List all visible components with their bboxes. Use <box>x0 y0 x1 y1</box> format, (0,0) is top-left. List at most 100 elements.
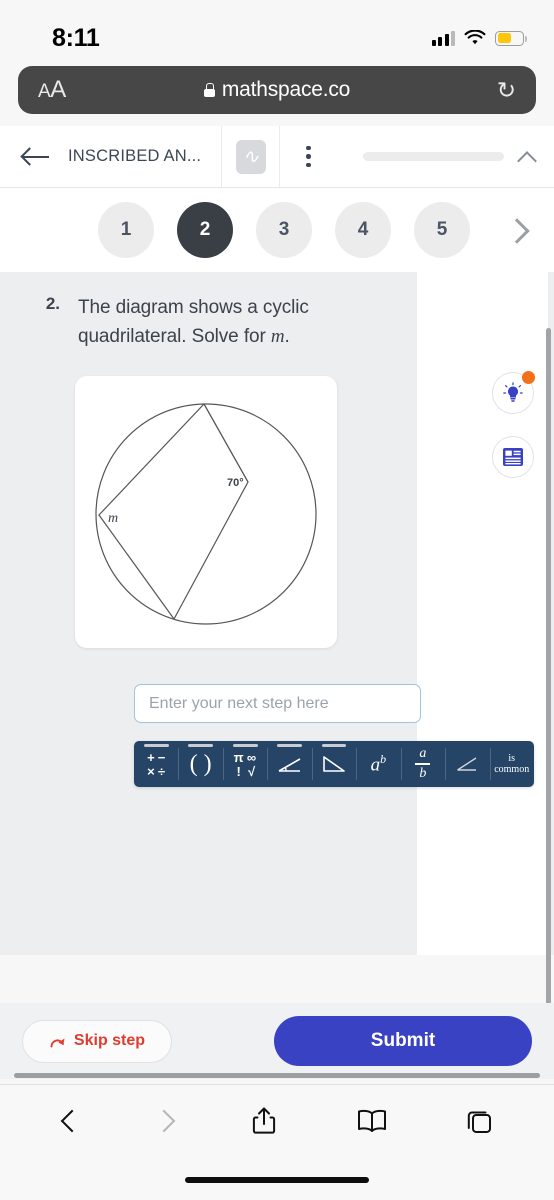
chevron-up-icon[interactable] <box>518 148 536 166</box>
right-triangle-icon <box>323 756 345 772</box>
fraction-bar <box>415 763 431 765</box>
battery-low-power-icon <box>495 30 527 46</box>
angle-icon <box>278 757 300 772</box>
url-display: mathspace.co <box>18 78 536 102</box>
arrow-left-icon <box>22 146 52 168</box>
tabs-icon[interactable] <box>466 1108 493 1135</box>
angle-label-70: 70° <box>227 477 244 489</box>
is-common-line1: is <box>508 752 516 764</box>
step-pager: 1 2 3 4 5 <box>0 188 554 272</box>
infinity-glyph: ∞ <box>246 749 257 765</box>
status-indicators <box>431 30 527 46</box>
chevron-right-icon[interactable] <box>156 1107 173 1135</box>
question-text: The diagram shows a cyclic quadrilateral… <box>78 294 348 351</box>
header-back-button[interactable] <box>0 126 68 187</box>
is-common-line2: common <box>494 764 530 775</box>
question-variable: m <box>270 325 285 347</box>
pi-glyph: π <box>233 749 244 765</box>
status-clock: 8:11 <box>52 23 100 52</box>
status-bar: 8:11 <box>0 0 554 62</box>
operators-button[interactable]: + − × ÷ <box>134 741 178 787</box>
page-title: INSCRIBED AN... <box>68 147 202 165</box>
book-icon[interactable] <box>356 1108 388 1134</box>
side-tools <box>492 371 535 478</box>
action-footer: Skip step Submit <box>0 1003 554 1079</box>
reference-button[interactable] <box>492 436 534 478</box>
step-button-3[interactable]: 3 <box>256 202 312 258</box>
variable-label-m: m <box>108 511 118 526</box>
text-size-button[interactable]: AA <box>38 76 66 104</box>
submit-button[interactable]: Submit <box>274 1016 532 1066</box>
wifi-icon <box>464 30 486 45</box>
answer-input-wrapper[interactable] <box>134 684 421 723</box>
step-button-5[interactable]: 5 <box>414 202 470 258</box>
is-common-button[interactable]: is common <box>489 741 534 787</box>
question-text-part2: . <box>284 325 290 347</box>
skip-step-label: Skip step <box>73 1032 146 1049</box>
hint-lightbulb-button[interactable] <box>492 371 535 414</box>
fraction-label: a b <box>415 745 431 783</box>
question-content: 2. The diagram shows a cyclic quadrilate… <box>0 272 554 955</box>
phone-screen: 8:11 AA mathspace.co ↻ INSCRIBED AN... ∿… <box>0 0 554 1200</box>
browser-url-bar[interactable]: AA mathspace.co ↻ <box>18 66 536 114</box>
browser-url-bar-container: AA mathspace.co ↻ <box>0 62 554 126</box>
is-common-label: is common <box>494 753 529 776</box>
step-button-4[interactable]: 4 <box>335 202 391 258</box>
pager-next-icon[interactable] <box>506 217 526 243</box>
horizontal-scrollbar[interactable] <box>14 1073 540 1078</box>
more-vertical-icon <box>306 145 311 168</box>
lightbulb-icon <box>503 382 523 402</box>
power-exponent: b <box>380 751 387 766</box>
power-base: a <box>370 754 381 776</box>
text-size-small-a: A <box>38 81 51 102</box>
scribble-pad-icon: ∿ <box>235 139 266 174</box>
progress-bar <box>363 152 504 161</box>
question-number: 2. <box>45 294 60 313</box>
answer-input[interactable] <box>149 694 406 713</box>
lock-icon <box>203 83 215 97</box>
quadrilateral-shape <box>98 402 249 621</box>
sqrt-glyph: √ <box>248 763 256 779</box>
parentheses-button[interactable]: ( ) <box>178 741 222 787</box>
quad-edge-top-right <box>203 403 249 483</box>
scribble-pad-button[interactable]: ∿ <box>221 126 279 187</box>
text-size-large-a: A <box>50 76 66 103</box>
fraction-denominator: b <box>419 766 427 782</box>
angle-icon <box>457 757 477 771</box>
parentheses-label: ( ) <box>189 751 212 777</box>
constants-glyphs: π ∞ ! √ <box>234 751 257 778</box>
power-label: ab <box>371 752 387 776</box>
constants-button[interactable]: π ∞ ! √ <box>222 741 267 787</box>
diagram-card[interactable]: 70° m <box>75 376 337 648</box>
overflow-menu-button[interactable] <box>279 126 337 187</box>
chevron-left-icon[interactable] <box>61 1107 78 1135</box>
power-button[interactable]: ab <box>356 741 400 787</box>
operators-glyphs: + − × ÷ <box>147 751 165 778</box>
vertical-scrollbar[interactable] <box>546 328 551 1008</box>
progress-section <box>337 126 554 187</box>
divide-glyph: ÷ <box>157 763 166 779</box>
share-icon[interactable] <box>251 1106 277 1136</box>
skip-step-button[interactable]: Skip step <box>22 1019 172 1063</box>
app-header: INSCRIBED AN... ∿ <box>0 126 554 188</box>
times-glyph: × <box>147 763 155 779</box>
reload-icon[interactable]: ↻ <box>497 78 516 102</box>
fraction-button[interactable]: a b <box>400 741 445 787</box>
home-indicator <box>185 1177 369 1183</box>
hint-badge-dot <box>522 371 535 384</box>
step-button-1[interactable]: 1 <box>98 202 154 258</box>
angle-button[interactable] <box>267 741 311 787</box>
browser-bottom-toolbar <box>0 1084 554 1200</box>
cellular-bars-icon <box>431 30 455 46</box>
fraction-numerator: a <box>419 745 427 761</box>
skip-arrow-icon <box>50 1038 65 1047</box>
math-toolbar: + − × ÷ ( ) π ∞ ! √ ab a b is common <box>134 741 534 787</box>
angle-symbol-button[interactable] <box>445 741 489 787</box>
triangle-button[interactable] <box>311 741 356 787</box>
url-text: mathspace.co <box>221 78 351 101</box>
book-reference-icon <box>503 448 523 466</box>
cyclic-quadrilateral-diagram: 70° m <box>95 402 317 625</box>
minus-glyph: − <box>157 749 166 765</box>
plus-glyph: + <box>147 749 155 765</box>
step-button-2[interactable]: 2 <box>177 202 233 258</box>
